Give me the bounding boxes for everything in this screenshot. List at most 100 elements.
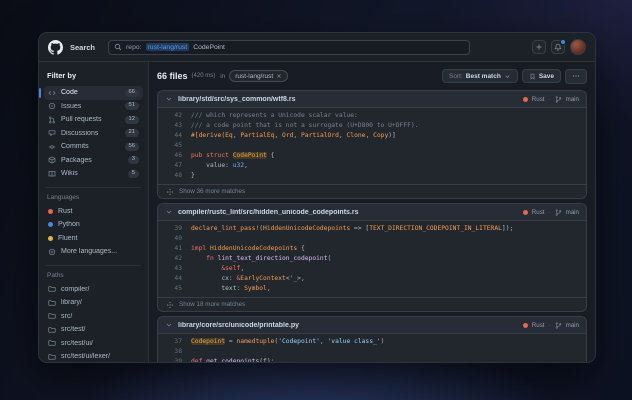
- file-meta: Rust · main: [522, 208, 579, 216]
- path-item-src[interactable]: src/: [44, 310, 143, 324]
- code-line[interactable]: 38: [158, 347, 586, 357]
- code-line[interactable]: 44 cx: &EarlyContext<'_>,: [158, 274, 586, 284]
- search-input[interactable]: repo: rust-lang/rust CodePoint: [108, 39, 471, 55]
- git-branch-icon: [555, 95, 562, 103]
- folder-icon: [48, 299, 56, 307]
- file-path[interactable]: compiler/rustc_lint/src/hidden_unicode_c…: [178, 209, 359, 216]
- avatar[interactable]: [570, 39, 586, 55]
- language-item-fluent[interactable]: Fluent: [44, 232, 143, 246]
- code-line[interactable]: 47 value: u32,: [158, 161, 586, 171]
- show-more-matches-button[interactable]: Show 18 more matches: [158, 297, 586, 311]
- code-line[interactable]: 44 #[derive(Eq, PartialEq, Ord, PartialOr…: [158, 131, 586, 141]
- chevron-down-icon: [165, 321, 173, 329]
- search-qualifier-prefix: repo:: [126, 43, 142, 51]
- chevron-down-icon: [165, 95, 173, 103]
- more-options-button[interactable]: [565, 68, 587, 84]
- bookmark-icon: [529, 73, 536, 80]
- sort-value: Best match: [465, 72, 501, 80]
- sidebar-item-commits[interactable]: Commits 56: [44, 140, 143, 154]
- sidebar-item-label: Code: [61, 89, 78, 97]
- file-path[interactable]: library/core/src/unicode/printable.py: [178, 322, 299, 329]
- sidebar-item-label: Wikis: [61, 170, 78, 178]
- code-line[interactable]: 40: [158, 234, 586, 244]
- line-number: 37: [174, 338, 182, 345]
- notifications-button[interactable]: [551, 39, 566, 54]
- book-icon: [48, 170, 56, 178]
- code-text: cx: &EarlyContext<'_>,: [191, 275, 305, 282]
- divider: [46, 264, 141, 266]
- code-line[interactable]: 39 def get_codepoints(f):: [158, 357, 586, 362]
- sidebar-item-packages[interactable]: Packages 3: [44, 154, 143, 168]
- sidebar-item-wikis[interactable]: Wikis 5: [44, 167, 143, 181]
- folder-icon: [48, 312, 56, 320]
- separator: ·: [548, 95, 551, 103]
- path-item-src-test-ui[interactable]: src/test/ui/: [44, 337, 143, 351]
- folder-icon: [48, 326, 56, 334]
- path-item-src-test[interactable]: src/test/: [44, 323, 143, 337]
- sidebar-item-label: Discussions: [61, 129, 99, 137]
- line-number: 42: [174, 112, 182, 119]
- line-number: 38: [174, 348, 182, 355]
- code-line[interactable]: 41 impl HiddenUnicodeCodepoints {: [158, 244, 586, 254]
- create-new-button[interactable]: [532, 40, 546, 54]
- language-item-python[interactable]: Python: [44, 218, 143, 232]
- sidebar-item-label: Packages: [61, 156, 92, 164]
- line-number: 46: [174, 152, 182, 159]
- results-header: 66 files (420 ms) in rust-lang/rust Sort…: [149, 62, 595, 90]
- code-line[interactable]: 39 declare_lint_pass!(HiddenUnicodeCodepo…: [158, 224, 586, 234]
- app-window: Search repo: rust-lang/rust CodePoint Fi…: [38, 32, 596, 363]
- code-line[interactable]: 45 text: Symbol,: [158, 284, 586, 294]
- sidebar-item-pull-requests[interactable]: Pull requests 12: [44, 113, 143, 127]
- show-more-matches-button[interactable]: Show 36 more matches: [158, 184, 586, 198]
- line-number: 39: [174, 358, 182, 362]
- more-languages-button[interactable]: More languages...: [44, 245, 143, 259]
- sort-dropdown[interactable]: Sort: Best match: [442, 69, 518, 83]
- result-card-header[interactable]: library/std/src/sys_common/wtf8.rs Rust · m…: [158, 91, 586, 108]
- line-number: 48: [174, 172, 182, 179]
- sidebar-item-code[interactable]: Code 66: [39, 86, 143, 100]
- path-item-compiler[interactable]: compiler/: [44, 283, 143, 297]
- package-icon: [48, 156, 56, 164]
- show-more-label: Show 36 more matches: [179, 188, 246, 195]
- line-number: 42: [174, 255, 182, 262]
- code-line[interactable]: 46 pub struct CodePoint {: [158, 151, 586, 161]
- result-card-header[interactable]: library/core/src/unicode/printable.py Rus…: [158, 317, 586, 334]
- language-label: Rust: [531, 208, 545, 216]
- repo-filter-tag[interactable]: rust-lang/rust: [229, 70, 289, 82]
- code-line[interactable]: 45: [158, 141, 586, 151]
- branch-label: main: [565, 208, 579, 216]
- code-text: #[derive(Eq, PartialEq, Ord, PartialOrd,…: [191, 132, 396, 139]
- notification-dot: [560, 39, 566, 45]
- code-line[interactable]: 42 fn lint_text_direction_codepoint(: [158, 254, 586, 264]
- code-line[interactable]: 37 Codepoint = namedtuple('Codepoint', 'v…: [158, 337, 586, 347]
- count-badge: 3: [127, 156, 139, 165]
- code-snippet: 39 declare_lint_pass!(HiddenUnicodeCodepo…: [158, 221, 586, 297]
- language-dot: [48, 222, 53, 228]
- folder-icon: [48, 353, 56, 361]
- result-card: compiler/rustc_lint/src/hidden_unicode_c…: [157, 203, 587, 312]
- save-button[interactable]: Save: [521, 69, 561, 83]
- branch-label: main: [565, 321, 579, 329]
- sidebar-item-issues[interactable]: Issues 51: [44, 100, 143, 114]
- sidebar-item-discussions[interactable]: Discussions 21: [44, 127, 143, 141]
- code-snippet: 37 Codepoint = namedtuple('Codepoint', 'v…: [158, 334, 586, 362]
- sidebar: Filter by Code 66 Issues 51 Pull requests 12 D…: [39, 62, 149, 362]
- code-line[interactable]: 43 /// a code point that is not a surroga…: [158, 121, 586, 131]
- code-line[interactable]: 48}: [158, 171, 586, 181]
- close-icon[interactable]: [276, 73, 282, 79]
- path-label: src/test/ui/lexer/: [61, 353, 111, 361]
- code-line[interactable]: 42 /// which represents a Unicode scalar …: [158, 111, 586, 121]
- plus-icon: [535, 43, 543, 51]
- path-item-library[interactable]: library/: [44, 296, 143, 310]
- file-meta: Rust · main: [522, 95, 579, 103]
- file-path[interactable]: library/std/src/sys_common/wtf8.rs: [178, 96, 296, 103]
- github-logo-icon[interactable]: [48, 39, 63, 55]
- code-text: fn lint_text_direction_codepoint(: [206, 255, 332, 262]
- results-time: (420 ms): [191, 73, 216, 79]
- path-label: compiler/: [61, 285, 90, 293]
- result-card-header[interactable]: compiler/rustc_lint/src/hidden_unicode_c…: [158, 204, 586, 221]
- path-item-src-test-ui-lexer[interactable]: src/test/ui/lexer/: [44, 350, 143, 362]
- code-line[interactable]: 43 &self,: [158, 264, 586, 274]
- line-number: 44: [174, 132, 182, 139]
- language-item-rust[interactable]: Rust: [44, 205, 143, 219]
